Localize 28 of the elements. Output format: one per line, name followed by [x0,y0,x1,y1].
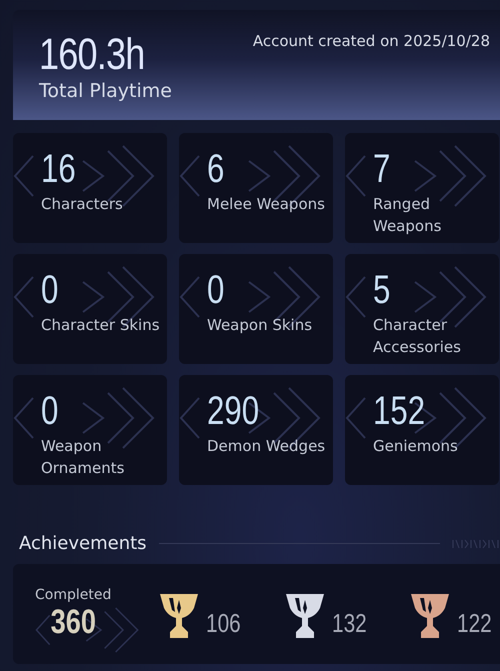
stat-value: 0 [41,268,58,312]
stat-label: Melee Weapons [207,194,326,215]
stat-value: 152 [373,389,426,433]
completed-label: Completed [35,587,112,603]
section-title: Achievements [19,533,147,554]
rune-pattern-icon [452,538,500,548]
stat-value: 7 [373,147,390,191]
stat-label: Characters [41,194,124,215]
stat-label: Ranged Weapons [373,194,442,237]
stat-label: Weapon Ornaments [41,436,126,479]
playtime-value: 160.3h [39,32,146,78]
completed-value: 360 [50,603,96,641]
stat-label: Weapon Skins [207,315,314,336]
account-created-text: Account created on 2025/10/28 [252,32,490,52]
stat-value: 290 [207,389,260,433]
trophy-count: 106 [206,610,242,636]
stat-label: Demon Wedges [207,436,326,457]
stat-value: 0 [207,268,224,312]
trophy-count: 122 [457,610,492,636]
stat-label: Character Accessories [373,315,462,358]
stat-value: 5 [373,268,390,312]
trophy-count: 132 [332,610,366,636]
stat-label: Character Skins [41,315,161,336]
stat-value: 6 [207,147,224,191]
stat-value: 0 [41,389,58,433]
stat-value: 16 [41,147,76,191]
stat-label: Geniemons [373,436,459,457]
playtime-label: Total Playtime [39,80,172,102]
